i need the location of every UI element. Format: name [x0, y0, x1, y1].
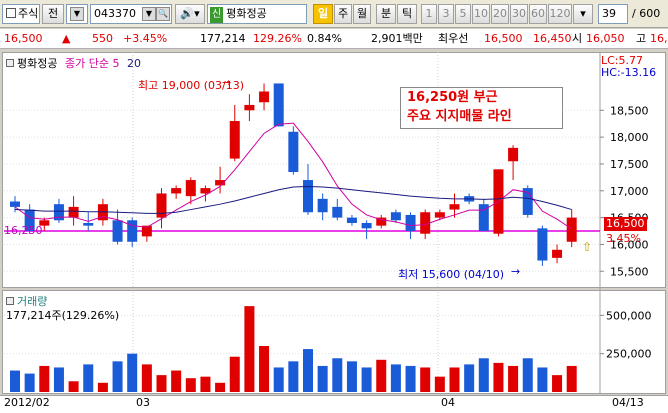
volume-bar	[346, 361, 357, 392]
arrow-right-icon: →	[511, 265, 521, 278]
arrow-right-icon: →	[222, 76, 232, 89]
candle-body	[273, 83, 284, 127]
volume-bar	[566, 365, 577, 392]
volume-bar	[10, 370, 20, 392]
candle-body	[112, 220, 123, 242]
volume-bar	[259, 346, 270, 392]
candle-body	[10, 201, 20, 207]
volume-bar	[449, 367, 460, 392]
volume-bar	[83, 364, 94, 392]
volume-bar	[229, 356, 240, 392]
volume-tick-label: 250,000	[606, 348, 652, 361]
candle-body	[390, 212, 401, 221]
y-tick-label: 17,500	[610, 158, 649, 171]
volume-bar	[508, 365, 519, 392]
volume-bar	[53, 367, 64, 392]
change-percent-tag: 3.45%	[606, 232, 641, 245]
volume-bar	[215, 382, 226, 392]
candle-body	[552, 249, 563, 258]
y-tick-label: 18,500	[610, 104, 649, 117]
candle-body	[68, 206, 79, 218]
candle-body	[303, 180, 313, 213]
volume-bar	[361, 367, 372, 392]
annotation-line-1: 16,250원 부근	[407, 90, 498, 105]
candle-body	[508, 147, 519, 162]
volume-bar	[141, 364, 152, 392]
volume-bar	[39, 365, 50, 392]
candle-body	[361, 222, 372, 229]
up-arrow-icon: ⇧	[582, 240, 593, 254]
volume-bar	[24, 373, 35, 392]
volume-bar	[405, 365, 416, 392]
support-label: 16,250	[4, 224, 43, 237]
candle-body	[566, 217, 577, 242]
support-annotation-box[interactable]: 16,250원 부근 주요 지지매물 라인	[400, 87, 563, 129]
candle-body	[83, 222, 94, 226]
candle-body	[156, 193, 167, 218]
chart-window: 주식 전 ▼ 043370 ▼ 🔍 🔊▾ 신 평화정공 일 주 월 분 틱 1 3…	[0, 0, 668, 413]
candle-body	[127, 220, 138, 242]
legend-toggle-icon[interactable]	[6, 59, 14, 67]
volume-bar	[552, 375, 563, 392]
hc-value: HC:-13.16	[601, 66, 657, 79]
volume-bar	[244, 306, 255, 392]
candle-body	[537, 228, 548, 261]
volume-bar	[97, 382, 108, 392]
volume-bar	[127, 353, 138, 392]
candle-body	[185, 180, 196, 197]
volume-bar	[200, 376, 211, 392]
x-end-label: 04/13	[612, 396, 644, 409]
y-tick-label: 15,500	[610, 265, 649, 278]
x-axis[interactable]	[0, 395, 668, 413]
volume-bar	[112, 361, 123, 392]
y-tick-label: 17,000	[610, 185, 649, 198]
volume-bar	[68, 381, 79, 392]
volume-bar	[171, 370, 182, 392]
volume-bar	[185, 378, 196, 392]
annotation-line-2: 주요 지지매물 라인	[407, 109, 512, 124]
volume-bar	[288, 361, 299, 392]
x-label-feb: 2012/02	[4, 396, 50, 409]
volume-bar	[464, 364, 475, 392]
volume-bar	[522, 358, 533, 392]
volume-bar	[478, 358, 489, 392]
legend-ma20: 20	[126, 57, 141, 70]
candle-body	[405, 214, 416, 232]
volume-bar	[493, 362, 504, 392]
volume-bar	[332, 358, 343, 392]
low-annotation: 최저 15,600 (04/10)	[398, 268, 505, 281]
volume-bar	[420, 367, 431, 392]
legend-ma5: 종가 단순 5	[64, 57, 120, 70]
volume-bar	[537, 367, 548, 392]
legend-toggle-icon[interactable]	[6, 297, 14, 305]
legend-stock: 평화정공	[17, 57, 58, 70]
price-legend[interactable]: 평화정공 종가 단순 5 20	[6, 55, 141, 71]
x-label-apr: 04	[441, 396, 455, 409]
volume-bar	[303, 349, 313, 392]
candle-body	[244, 104, 255, 111]
candle-body	[229, 121, 240, 159]
current-price-tag: 16,500	[604, 217, 647, 231]
candle-body	[288, 131, 299, 172]
x-label-mar: 03	[136, 396, 150, 409]
y-tick-label: 18,000	[610, 131, 649, 144]
volume-bar	[390, 364, 401, 392]
volume-bar	[376, 359, 387, 392]
volume-legend-value: 177,214주(129.26%)	[6, 309, 120, 322]
volume-tick-label: 500,000	[606, 309, 652, 322]
candle-body	[259, 91, 270, 103]
candle-body	[346, 217, 357, 223]
candle-body	[171, 188, 182, 194]
volume-bar	[317, 365, 328, 392]
candle-body	[317, 198, 328, 213]
candle-body	[332, 206, 343, 218]
candle-body	[434, 212, 445, 218]
volume-bar	[156, 375, 167, 392]
candle-body	[449, 204, 460, 210]
volume-bar	[434, 376, 445, 392]
volume-bar	[273, 367, 284, 392]
